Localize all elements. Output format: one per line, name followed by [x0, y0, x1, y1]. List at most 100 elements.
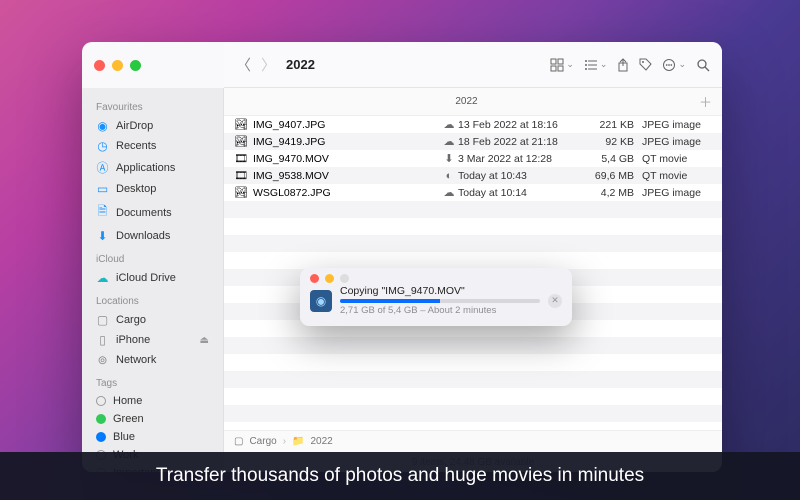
window-title: 2022: [286, 57, 315, 72]
network-icon: ⊚: [96, 353, 109, 367]
cloud-status-icon: ⬇: [440, 152, 458, 165]
file-size: 4,2 MB: [586, 187, 642, 199]
back-button[interactable]: 〈: [236, 54, 251, 75]
file-name: WSGL0872.JPG: [253, 187, 331, 199]
close-icon[interactable]: [310, 274, 319, 283]
cloud-status-icon: ☁: [440, 186, 458, 199]
table-row: [224, 201, 722, 218]
add-column-icon[interactable]: ＋: [699, 92, 712, 111]
sidebar: Favourites ◉AirDrop ◷Recents ⒶApplicatio…: [82, 88, 224, 472]
table-row: [224, 388, 722, 405]
finder-window: 〈 〉 2022 ⌄ ⌄ ⌄ Favourites ◉AirDrop ◷Rece…: [82, 42, 722, 472]
file-kind: JPEG image: [642, 136, 712, 148]
path-bar[interactable]: ▢ Cargo › 📁 2022: [224, 430, 722, 452]
view-grid-icon[interactable]: ⌄: [550, 58, 574, 72]
table-row: [224, 371, 722, 388]
file-icon: 🎞: [234, 169, 247, 182]
table-row[interactable]: 🏞WSGL0872.JPG☁Today at 10:144,2 MBJPEG i…: [224, 184, 722, 201]
file-movie-icon: ◉: [310, 290, 332, 312]
minimize-icon[interactable]: [112, 60, 123, 71]
file-date: 13 Feb 2022 at 18:16: [458, 119, 586, 131]
table-row: [224, 405, 722, 422]
sidebar-item-desktop[interactable]: ▭Desktop: [82, 179, 223, 199]
sidebar-tag-green[interactable]: Green: [82, 410, 223, 428]
clock-icon: ◷: [96, 139, 109, 153]
file-date: 3 Mar 2022 at 12:28: [458, 153, 586, 165]
file-name: IMG_9470.MOV: [253, 153, 329, 165]
sidebar-tag-home[interactable]: Home: [82, 392, 223, 410]
table-row[interactable]: 🏞 IMG_9419.JPG ☁18 Feb 2022 at 21:1892 KBJ…: [224, 133, 722, 150]
file-kind: QT movie: [642, 170, 712, 182]
forward-button[interactable]: 〉: [261, 54, 276, 75]
table-row: [224, 337, 722, 354]
search-icon[interactable]: [696, 58, 710, 72]
minimize-icon[interactable]: [325, 274, 334, 283]
sidebar-section-icloud: iCloud: [82, 246, 223, 268]
file-kind: QT movie: [642, 153, 712, 165]
table-row[interactable]: 🏞IMG_9407.JPG☁13 Feb 2022 at 18:16221 KB…: [224, 116, 722, 133]
copy-title: Copying "IMG_9470.MOV": [340, 285, 540, 297]
sidebar-item-documents[interactable]: 🗎Documents: [82, 199, 223, 226]
cloud-status-icon: ◐: [440, 170, 458, 182]
file-size: 5,4 GB: [586, 153, 642, 165]
zoom-disabled-icon: [340, 274, 349, 283]
file-icon: 🎞: [234, 152, 247, 165]
file-name: IMG_9419.JPG: [253, 136, 325, 148]
file-icon: 🏞: [234, 186, 247, 199]
drive-icon: ▢: [234, 436, 243, 447]
sidebar-item-applications[interactable]: ⒶApplications: [82, 156, 223, 179]
file-kind: JPEG image: [642, 119, 712, 131]
sidebar-section-locations: Locations: [82, 288, 223, 310]
apps-icon: Ⓐ: [96, 159, 109, 176]
progress-bar: [340, 299, 540, 303]
folder-icon: 📁: [292, 436, 304, 447]
tag-icon[interactable]: [639, 58, 652, 71]
sidebar-item-iphone[interactable]: ▯iPhone⏏: [82, 330, 223, 350]
sidebar-item-network[interactable]: ⊚Network: [82, 350, 223, 370]
close-icon[interactable]: [94, 60, 105, 71]
sidebar-section-favourites: Favourites: [82, 94, 223, 116]
column-header: 2022 ＋: [224, 88, 722, 116]
sidebar-section-tags: Tags: [82, 370, 223, 392]
desktop-icon: ▭: [96, 182, 109, 196]
file-icon: 🏞: [234, 135, 247, 148]
table-row: [224, 422, 722, 430]
sidebar-item-cargo[interactable]: ▢Cargo: [82, 310, 223, 330]
table-row[interactable]: 🎞 IMG_9538.MOV ◐Today at 10:4369,6 MBQT mo…: [224, 167, 722, 184]
cloud-icon: ☁: [96, 271, 109, 285]
action-icon[interactable]: ⌄: [662, 58, 686, 72]
sidebar-item-airdrop[interactable]: ◉AirDrop: [82, 116, 223, 136]
tag-dot-icon: [96, 396, 106, 406]
drive-icon: ▢: [96, 313, 109, 327]
file-size: 69,6 MB: [586, 170, 642, 182]
sidebar-tag-blue[interactable]: Blue: [82, 428, 223, 446]
airdrop-icon: ◉: [96, 119, 109, 133]
file-size: 92 KB: [586, 136, 642, 148]
documents-icon: 🗎: [96, 202, 109, 223]
file-name: IMG_9538.MOV: [253, 170, 329, 182]
marketing-caption: Transfer thousands of photos and huge mo…: [0, 452, 800, 500]
group-icon[interactable]: ⌄: [584, 59, 608, 71]
copy-subtitle: 2,71 GB of 5,4 GB – About 2 minutes: [340, 305, 540, 316]
copy-progress-dialog: ◉ Copying "IMG_9470.MOV" 2,71 GB of 5,4 …: [300, 268, 572, 326]
file-date: Today at 10:14: [458, 187, 586, 199]
tag-dot-icon: [96, 432, 106, 442]
share-icon[interactable]: [617, 58, 629, 72]
file-name: IMG_9407.JPG: [253, 119, 325, 131]
file-date: Today at 10:43: [458, 170, 586, 182]
sidebar-item-downloads[interactable]: ⬇Downloads: [82, 226, 223, 246]
zoom-icon[interactable]: [130, 60, 141, 71]
table-row: [224, 354, 722, 371]
table-row: [224, 252, 722, 269]
cancel-copy-button[interactable]: ✕: [548, 294, 562, 308]
file-icon: 🏞: [234, 118, 247, 131]
iphone-icon: ▯: [96, 333, 109, 347]
file-date: 18 Feb 2022 at 21:18: [458, 136, 586, 148]
sidebar-item-icloud-drive[interactable]: ☁iCloud Drive: [82, 268, 223, 288]
eject-icon[interactable]: ⏏: [200, 335, 209, 346]
table-row[interactable]: 🎞 IMG_9470.MOV ⬇3 Mar 2022 at 12:285,4 GBQ…: [224, 150, 722, 167]
cloud-status-icon: ☁: [440, 118, 458, 131]
cloud-status-icon: ☁: [440, 135, 458, 148]
table-row: [224, 235, 722, 252]
sidebar-item-recents[interactable]: ◷Recents: [82, 136, 223, 156]
